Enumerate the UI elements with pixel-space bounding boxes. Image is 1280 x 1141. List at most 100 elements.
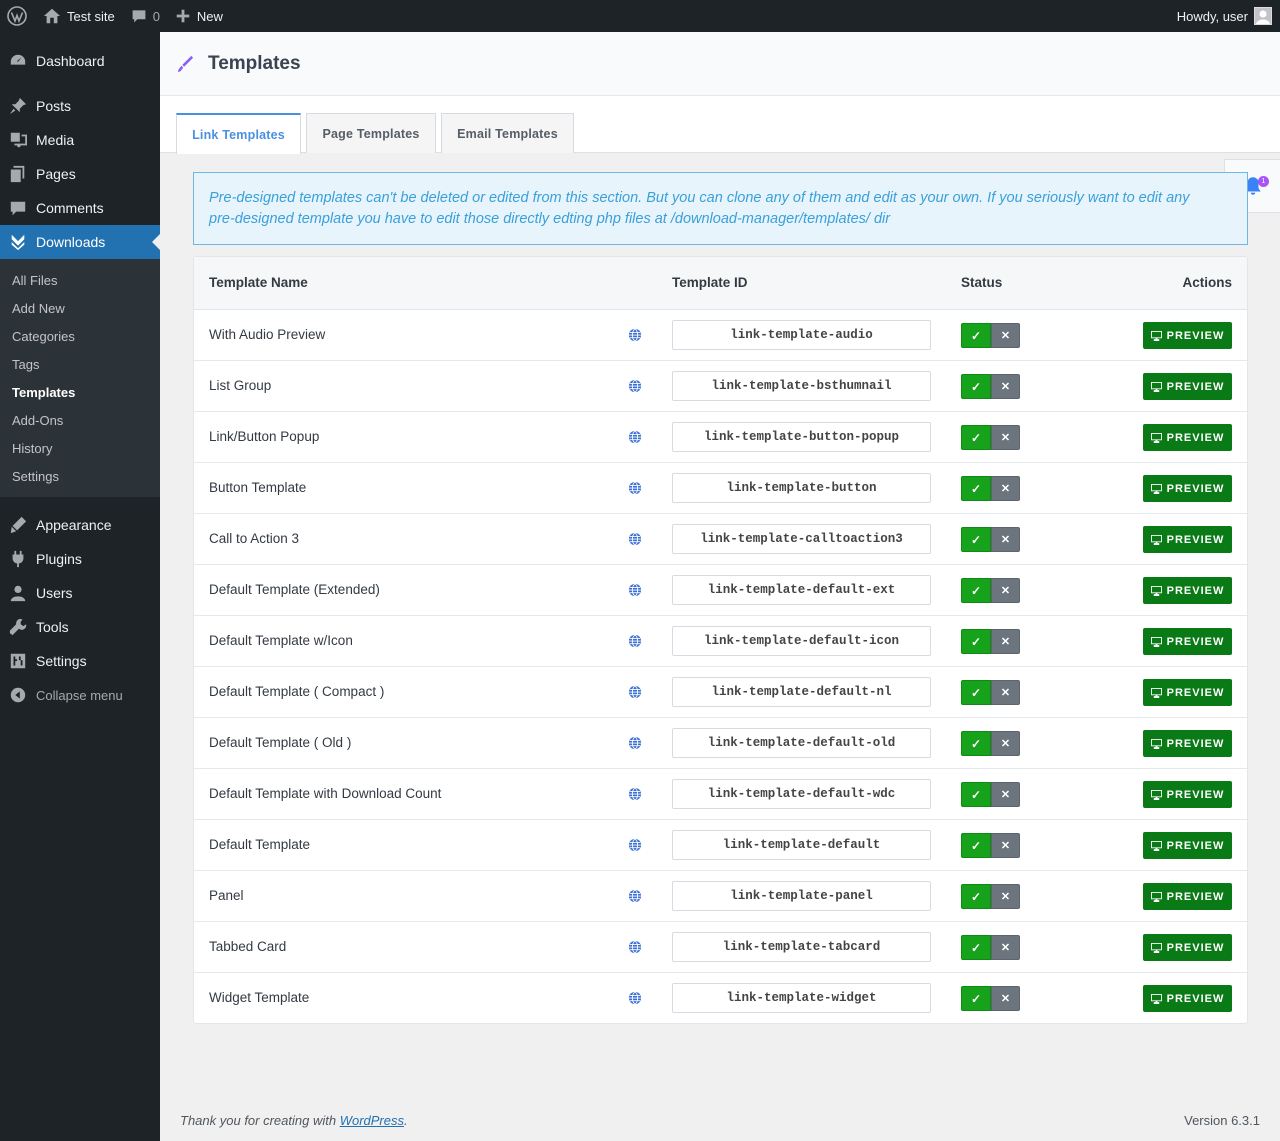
- template-id-field[interactable]: link-template-tabcard: [672, 932, 931, 962]
- menu-appearance[interactable]: Appearance: [0, 508, 160, 542]
- enable-check-icon[interactable]: ✓: [961, 323, 991, 348]
- preview-button[interactable]: PREVIEW: [1143, 883, 1232, 910]
- enable-check-icon[interactable]: ✓: [961, 833, 991, 858]
- preview-button[interactable]: PREVIEW: [1143, 424, 1232, 451]
- submenu-settings[interactable]: Settings: [0, 462, 160, 490]
- menu-media[interactable]: Media: [0, 123, 160, 157]
- template-id-field[interactable]: link-template-default-ext: [672, 575, 931, 605]
- tab-email-templates[interactable]: Email Templates: [441, 113, 574, 153]
- enable-check-icon[interactable]: ✓: [961, 782, 991, 807]
- preview-button[interactable]: PREVIEW: [1143, 934, 1232, 961]
- disable-x-icon[interactable]: ✕: [991, 527, 1020, 552]
- menu-comments[interactable]: Comments: [0, 191, 160, 225]
- enable-check-icon[interactable]: ✓: [961, 986, 991, 1011]
- site-name-menu[interactable]: Test site: [35, 0, 123, 32]
- submenu-all-files[interactable]: All Files: [0, 266, 160, 294]
- disable-x-icon[interactable]: ✕: [991, 833, 1020, 858]
- submenu-categories[interactable]: Categories: [0, 322, 160, 350]
- wordpress-logo-icon: [7, 6, 27, 26]
- disable-x-icon[interactable]: ✕: [991, 680, 1020, 705]
- template-id-field[interactable]: link-template-default-old: [672, 728, 931, 758]
- menu-tools[interactable]: Tools: [0, 610, 160, 644]
- comments-menu[interactable]: 0: [123, 0, 168, 32]
- disable-x-icon[interactable]: ✕: [991, 884, 1020, 909]
- wp-logo-menu[interactable]: [0, 0, 35, 32]
- template-id-field[interactable]: link-template-bsthumnail: [672, 371, 931, 401]
- menu-plugins[interactable]: Plugins: [0, 542, 160, 576]
- enable-check-icon[interactable]: ✓: [961, 935, 991, 960]
- status-toggle: ✓ ✕: [961, 527, 1020, 552]
- submenu-tags[interactable]: Tags: [0, 350, 160, 378]
- enable-check-icon[interactable]: ✓: [961, 578, 991, 603]
- submenu-history[interactable]: History: [0, 434, 160, 462]
- preview-button[interactable]: PREVIEW: [1143, 985, 1232, 1012]
- enable-check-icon[interactable]: ✓: [961, 476, 991, 501]
- status-toggle: ✓ ✕: [961, 833, 1020, 858]
- enable-check-icon[interactable]: ✓: [961, 884, 991, 909]
- preview-button[interactable]: PREVIEW: [1143, 730, 1232, 757]
- footer-thanks-suffix: .: [404, 1113, 408, 1128]
- collapse-menu-button[interactable]: Collapse menu: [0, 678, 160, 712]
- disable-x-icon[interactable]: ✕: [991, 476, 1020, 501]
- menu-posts[interactable]: Posts: [0, 89, 160, 123]
- submenu-add-new[interactable]: Add New: [0, 294, 160, 322]
- enable-check-icon[interactable]: ✓: [961, 629, 991, 654]
- disable-x-icon[interactable]: ✕: [991, 782, 1020, 807]
- template-id-field[interactable]: link-template-audio: [672, 320, 931, 350]
- preview-label: PREVIEW: [1166, 839, 1225, 852]
- enable-check-icon[interactable]: ✓: [961, 527, 991, 552]
- template-id-field[interactable]: link-template-default-wdc: [672, 779, 931, 809]
- disable-x-icon[interactable]: ✕: [991, 731, 1020, 756]
- preview-button[interactable]: PREVIEW: [1143, 628, 1232, 655]
- new-label: New: [196, 8, 223, 24]
- desktop-icon: [1150, 534, 1162, 545]
- menu-settings[interactable]: Settings: [0, 644, 160, 678]
- disable-x-icon[interactable]: ✕: [991, 578, 1020, 603]
- appearance-icon: [9, 516, 27, 534]
- preview-button[interactable]: PREVIEW: [1143, 475, 1232, 502]
- template-id-field[interactable]: link-template-calltoaction3: [672, 524, 931, 554]
- menu-users[interactable]: Users: [0, 576, 160, 610]
- menu-dashboard[interactable]: Dashboard: [0, 44, 160, 78]
- template-id-field[interactable]: link-template-default: [672, 830, 931, 860]
- template-id-field[interactable]: link-template-button: [672, 473, 931, 503]
- table-body: With Audio Preview link-template-audio ✓ ✕ P…: [194, 310, 1247, 1024]
- enable-check-icon[interactable]: ✓: [961, 680, 991, 705]
- template-id-field[interactable]: link-template-default-icon: [672, 626, 931, 656]
- tab-page-templates[interactable]: Page Templates: [306, 113, 436, 153]
- enable-check-icon[interactable]: ✓: [961, 425, 991, 450]
- preview-button[interactable]: PREVIEW: [1143, 781, 1232, 808]
- enable-check-icon[interactable]: ✓: [961, 374, 991, 399]
- preview-button[interactable]: PREVIEW: [1143, 832, 1232, 859]
- my-account-menu[interactable]: Howdy, user: [1177, 7, 1280, 25]
- disable-x-icon[interactable]: ✕: [991, 629, 1020, 654]
- page-title: Templates: [208, 52, 301, 74]
- disable-x-icon[interactable]: ✕: [991, 374, 1020, 399]
- template-id-field[interactable]: link-template-default-nl: [672, 677, 931, 707]
- preview-button[interactable]: PREVIEW: [1143, 679, 1232, 706]
- submenu-add-ons[interactable]: Add-Ons: [0, 406, 160, 434]
- menu-downloads[interactable]: Downloads: [0, 225, 160, 259]
- preview-button[interactable]: PREVIEW: [1143, 526, 1232, 553]
- users-icon: [9, 584, 27, 602]
- template-id-field[interactable]: link-template-panel: [672, 881, 931, 911]
- submenu-templates[interactable]: Templates: [0, 378, 160, 406]
- table-row: Call to Action 3 link-template-calltoacti…: [194, 514, 1247, 565]
- disable-x-icon[interactable]: ✕: [991, 425, 1020, 450]
- col-template-name: Template Name: [209, 275, 308, 290]
- template-id-field[interactable]: link-template-button-popup: [672, 422, 931, 452]
- disable-x-icon[interactable]: ✕: [991, 986, 1020, 1011]
- wordpress-link[interactable]: WordPress: [340, 1113, 404, 1128]
- disable-x-icon[interactable]: ✕: [991, 323, 1020, 348]
- preview-label: PREVIEW: [1166, 737, 1225, 750]
- tab-link-templates[interactable]: Link Templates: [176, 113, 301, 154]
- disable-x-icon[interactable]: ✕: [991, 935, 1020, 960]
- template-id-field[interactable]: link-template-widget: [672, 983, 931, 1013]
- enable-check-icon[interactable]: ✓: [961, 731, 991, 756]
- preview-button[interactable]: PREVIEW: [1143, 577, 1232, 604]
- preview-label: PREVIEW: [1166, 584, 1225, 597]
- new-content-menu[interactable]: New: [168, 0, 231, 32]
- preview-button[interactable]: PREVIEW: [1143, 373, 1232, 400]
- preview-button[interactable]: PREVIEW: [1143, 322, 1232, 349]
- menu-pages[interactable]: Pages: [0, 157, 160, 191]
